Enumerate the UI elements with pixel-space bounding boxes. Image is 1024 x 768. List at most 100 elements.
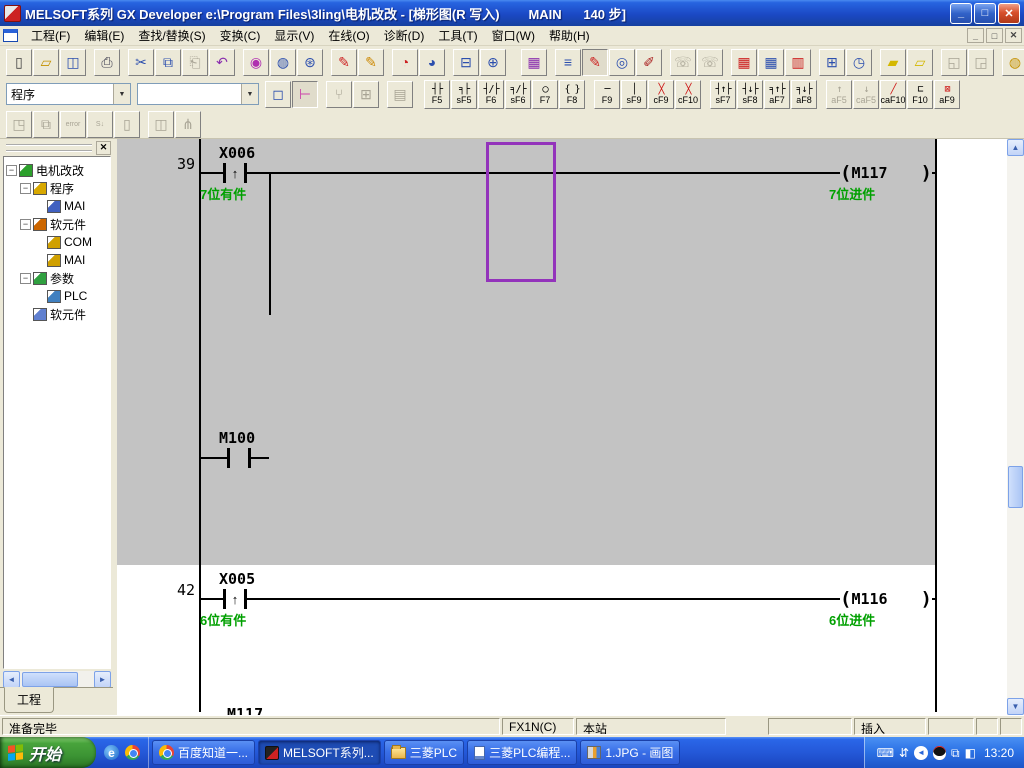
toolbar-button[interactable]: ⊞ (353, 81, 379, 108)
child-window-icon[interactable] (3, 29, 18, 42)
toolbar-button[interactable]: ⋔ (175, 111, 201, 138)
tree-expander-icon[interactable]: − (6, 165, 17, 176)
tray-icon[interactable]: ⇵ (899, 747, 909, 759)
fkey-button[interactable]: ↑ aF5 (826, 80, 852, 109)
toolbar-button[interactable] (663, 49, 669, 76)
chevron-down-icon[interactable]: ▼ (241, 84, 258, 104)
toolbar-button[interactable]: ⊢ (292, 81, 318, 108)
fkey-button[interactable]: ◯ F7 (532, 80, 558, 109)
toolbar-button[interactable] (873, 49, 879, 76)
fkey-button[interactable]: ┤↑├ sF7 (710, 80, 736, 109)
toolbar-button[interactable]: ↶ (209, 49, 235, 76)
tray-icon[interactable]: ◄ (914, 746, 928, 760)
tree-item[interactable]: − 电机改改 (4, 161, 110, 179)
scroll-up-icon[interactable]: ▲ (1007, 139, 1024, 156)
fkey-button[interactable]: { } F8 (559, 80, 585, 109)
toolbar-button[interactable] (385, 49, 391, 76)
output-coil[interactable]: ( M117 ) (840, 161, 932, 185)
toolbar-button[interactable] (446, 49, 452, 76)
close-button[interactable]: ✕ (998, 3, 1020, 24)
toolbar-button[interactable]: ▦ (758, 49, 784, 76)
restore-button[interactable]: □ (974, 3, 996, 24)
menu-item[interactable]: 在线(O) (321, 27, 376, 45)
fkey-button[interactable]: │ sF9 (621, 80, 647, 109)
program-mode-combobox[interactable]: 程序 ▼ (6, 83, 131, 105)
toolbar-button[interactable]: ✐ (636, 49, 662, 76)
toolbar-button[interactable]: ◍ (1002, 49, 1024, 76)
tree-item[interactable]: 软元件 (4, 305, 110, 323)
output-coil[interactable]: ( M116 ) (840, 587, 932, 611)
toolbar-button[interactable]: ⧉ (33, 111, 59, 138)
toolbar-button[interactable] (121, 49, 127, 76)
toolbar-button[interactable]: ▰ (880, 49, 906, 76)
menu-item[interactable]: 工程(F) (24, 27, 77, 45)
fkey-button[interactable]: ╕↑├ aF7 (764, 80, 790, 109)
tree-item[interactable]: PLC (4, 287, 110, 305)
tree-item[interactable]: − 参数 (4, 269, 110, 287)
toolbar-button[interactable]: ⊟ (453, 49, 479, 76)
toolbar-button[interactable]: ▦ (731, 49, 757, 76)
tree-expander-icon[interactable]: − (20, 219, 31, 230)
toolbar-button[interactable] (812, 49, 818, 76)
project-tab[interactable]: 工程 (4, 687, 54, 713)
toolbar-button[interactable] (514, 49, 520, 76)
toolbar-button[interactable] (507, 49, 513, 76)
fkey-button[interactable]: ⊠ aF9 (934, 80, 960, 109)
scroll-thumb[interactable] (1008, 466, 1023, 508)
toolbar-button[interactable]: ◷ (846, 49, 872, 76)
toolbar-button[interactable]: ⊕ (480, 49, 506, 76)
toolbar-button[interactable]: ▱ (907, 49, 933, 76)
toolbar-button[interactable]: ◻ (265, 81, 291, 108)
toolbar-button[interactable]: ▱ (33, 49, 59, 76)
tree-expander-icon[interactable]: − (20, 273, 31, 284)
taskbar-task-button[interactable]: 1.JPG - 画图 (580, 740, 680, 765)
toolbar-button[interactable]: ▦ (521, 49, 547, 76)
toolbar-button[interactable]: ◫ (148, 111, 174, 138)
child-minimize-button[interactable]: _ (967, 28, 984, 43)
toolbar-button[interactable] (87, 49, 93, 76)
ladder-vertical-scrollbar[interactable]: ▲ ▼ (1007, 139, 1024, 715)
contact-device[interactable]: X006 (219, 144, 255, 162)
toolbar-button[interactable] (724, 49, 730, 76)
toolbar-button[interactable]: ◕ (419, 49, 445, 76)
fkey-button[interactable]: ↓ caF5 (853, 80, 879, 109)
toolbar-button[interactable] (324, 49, 330, 76)
child-restore-button[interactable]: □ (986, 28, 1003, 43)
toolbar-button[interactable]: ◔ (392, 49, 418, 76)
toolbar-button[interactable]: ✂ (128, 49, 154, 76)
taskbar-task-button[interactable]: 三菱PLC编程... (467, 740, 577, 765)
ie-icon[interactable]: e (104, 745, 119, 760)
toolbar-button[interactable]: ◲ (968, 49, 994, 76)
toolbar-button[interactable]: ◳ (6, 111, 32, 138)
toolbar-button[interactable] (319, 81, 325, 108)
toolbar-button[interactable] (380, 81, 386, 108)
toolbar-button[interactable] (236, 49, 242, 76)
fkey-button[interactable]: ╳ cF9 (648, 80, 674, 109)
scroll-down-icon[interactable]: ▼ (1007, 698, 1024, 715)
toolbar-button[interactable]: ⎙ (94, 49, 120, 76)
toolbar-button[interactable]: ▤ (387, 81, 413, 108)
fkey-button[interactable]: ┤↓├ sF8 (737, 80, 763, 109)
menu-item[interactable]: 帮助(H) (542, 27, 597, 45)
fkey-button[interactable] (702, 80, 709, 109)
toolbar-button[interactable] (548, 49, 554, 76)
toolbar-button[interactable]: ☏ (670, 49, 696, 76)
fkey-button[interactable]: ╕↓├ aF8 (791, 80, 817, 109)
toolbar-button[interactable]: ◫ (60, 49, 86, 76)
taskbar-task-button[interactable]: 三菱PLC (384, 740, 464, 765)
toolbar-button[interactable] (141, 111, 147, 138)
toolbar-button[interactable]: ◉ (243, 49, 269, 76)
toolbar-button[interactable]: error (60, 111, 86, 138)
toolbar-button[interactable]: ▯ (114, 111, 140, 138)
scroll-left-icon[interactable]: ◄ (3, 671, 20, 688)
toolbar-button[interactable]: ⑂ (326, 81, 352, 108)
open-contact[interactable] (227, 448, 251, 468)
toolbar-button[interactable]: ◎ (609, 49, 635, 76)
contact-device[interactable]: M100 (219, 429, 255, 447)
toolbar-button[interactable]: ⎗ (182, 49, 208, 76)
toolbar-button[interactable]: ✎ (358, 49, 384, 76)
toolbar-button[interactable]: ⧉ (155, 49, 181, 76)
taskbar-task-button[interactable]: MELSOFT系列... (258, 740, 381, 765)
toolbar-button[interactable]: ✎ (582, 49, 608, 76)
chevron-down-icon[interactable]: ▼ (113, 84, 130, 104)
